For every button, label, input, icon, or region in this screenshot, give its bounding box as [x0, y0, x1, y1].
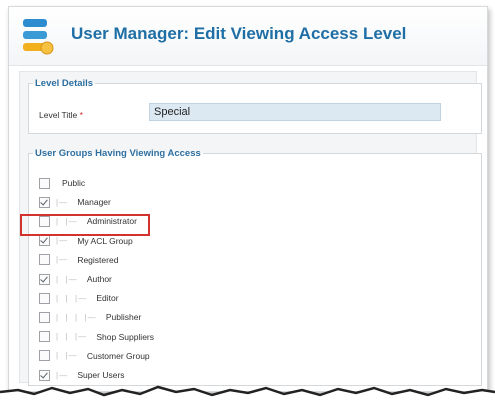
group-label: Manager	[77, 197, 111, 208]
torn-edge	[0, 385, 495, 409]
tree-connector: | |—	[56, 351, 81, 361]
group-row[interactable]: | | |— Editor	[39, 289, 119, 307]
group-row[interactable]: | | |— Shop Suppliers	[39, 328, 154, 346]
tree-connector: | | | |—	[56, 312, 100, 322]
user-manager-icon	[23, 19, 54, 55]
page-frame: User Manager: Edit Viewing Access Level …	[8, 6, 488, 392]
group-label: Registered	[77, 254, 119, 265]
tree-connector: | | |—	[56, 293, 91, 303]
group-checkbox[interactable]	[39, 177, 50, 189]
group-row[interactable]: |— Registered	[39, 251, 118, 269]
tree-connector: |—	[56, 236, 72, 246]
tree-connector: |—	[56, 255, 72, 265]
group-row[interactable]: | |— Customer Group	[39, 347, 150, 365]
group-checkbox[interactable]	[39, 350, 50, 362]
group-checkbox[interactable]	[39, 196, 50, 208]
group-row[interactable]: |— Manager	[39, 193, 111, 211]
tree-connector: | |—	[56, 274, 81, 284]
required-marker: *	[79, 110, 83, 120]
group-checkbox[interactable]	[39, 311, 50, 323]
group-checkbox[interactable]	[39, 235, 50, 247]
page-title: User Manager: Edit Viewing Access Level	[71, 24, 407, 43]
level-title-label-text: Level Title	[39, 110, 78, 120]
page-header: User Manager: Edit Viewing Access Level	[9, 7, 487, 66]
highlight-box	[20, 214, 150, 236]
group-checkbox[interactable]	[39, 292, 50, 304]
user-groups-legend: User Groups Having Viewing Access	[35, 148, 201, 159]
level-title-label: Level Title *	[39, 110, 83, 120]
group-checkbox[interactable]	[39, 254, 50, 266]
group-label: Customer Group	[86, 350, 150, 361]
group-label: Author	[86, 274, 112, 284]
group-label: Editor	[96, 293, 119, 304]
tree-connector: | | |—	[56, 332, 91, 342]
level-details-fieldset: Level Details Level Title *	[28, 78, 482, 134]
user-groups-fieldset: User Groups Having Viewing Access Public…	[28, 148, 482, 386]
level-details-legend: Level Details	[35, 78, 94, 89]
group-label: Public	[62, 178, 86, 188]
group-label: Shop Suppliers	[96, 331, 155, 342]
group-label: My ACL Group	[77, 235, 133, 246]
tree-connector: |—	[56, 197, 72, 207]
group-label: Publisher	[105, 312, 142, 323]
group-row[interactable]: | | | |— Publisher	[39, 308, 141, 326]
group-row[interactable]: Public	[39, 174, 85, 192]
group-row[interactable]: | |— Author	[39, 270, 112, 288]
level-title-input[interactable]	[149, 103, 441, 121]
group-checkbox[interactable]	[39, 273, 50, 285]
group-checkbox[interactable]	[39, 331, 50, 343]
